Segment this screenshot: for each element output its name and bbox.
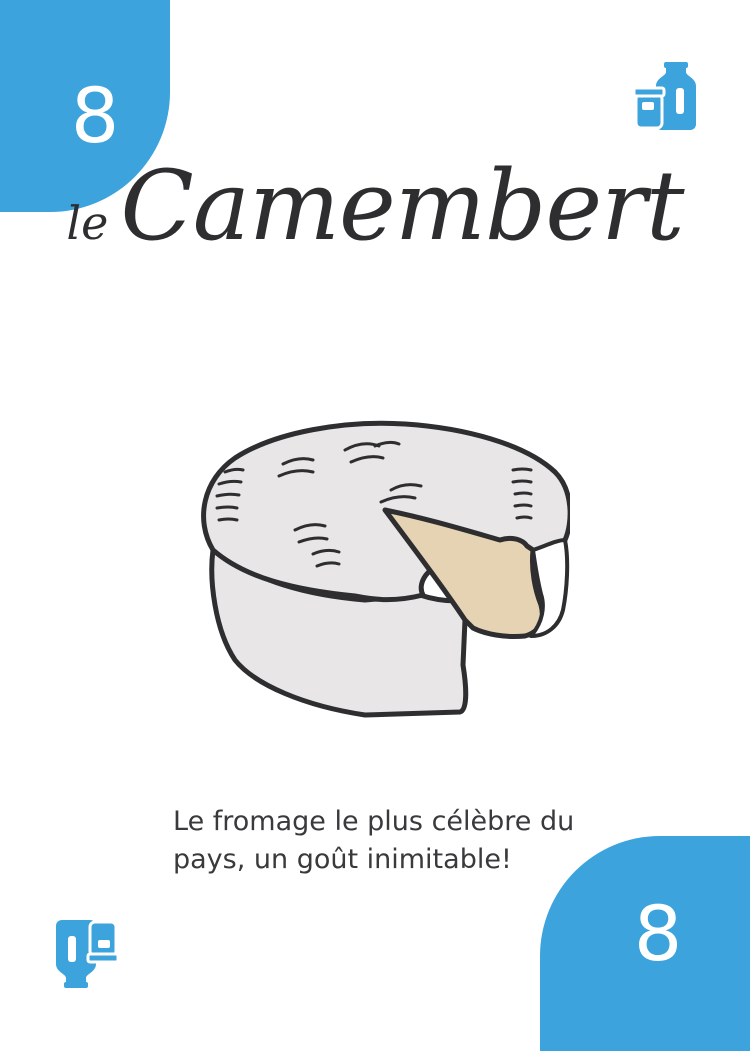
card-number-top: 8 (70, 71, 120, 160)
title-article: le (66, 196, 109, 250)
card-description: Le fromage le plus célèbre du pays, un g… (173, 803, 623, 879)
card-title: le Camembert (0, 150, 750, 300)
description-line-2: pays, un goût inimitable! (173, 844, 512, 875)
playing-card: 8 le Camembert Le fromage le plus célèbr… (0, 0, 750, 1051)
dairy-products-icon (630, 58, 700, 130)
description-line-1: Le fromage le plus célèbre du (173, 806, 575, 837)
camembert-cheese-illustration (195, 410, 573, 725)
title-name: Camembert (120, 150, 684, 262)
card-number-bottom: 8 (633, 889, 683, 978)
dairy-products-icon (52, 920, 122, 992)
